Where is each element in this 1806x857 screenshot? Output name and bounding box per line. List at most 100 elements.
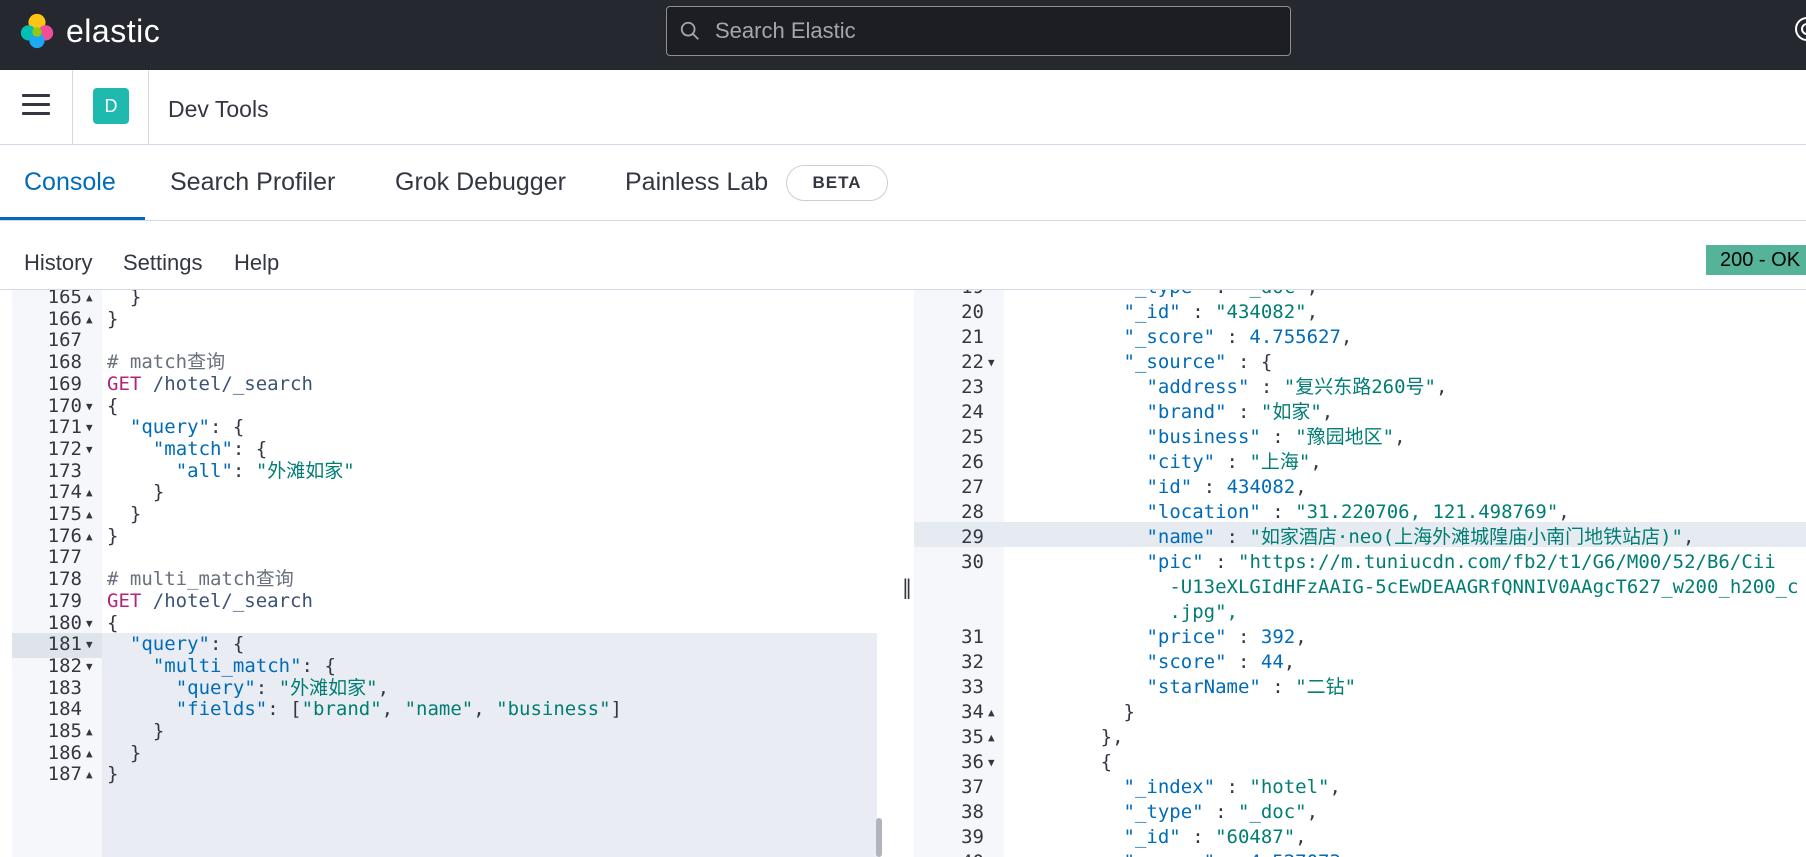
history-button[interactable]: History [24, 250, 92, 276]
request-code-line: 187 ▲} [12, 762, 894, 787]
line-number: 25 [961, 426, 984, 448]
response-code-line: 33 "starName" : "二钻" [914, 675, 1806, 700]
active-tab-indicator [0, 217, 145, 220]
response-code-line: 24 "brand" : "如家", [914, 400, 1806, 425]
resize-handle-icon[interactable]: ‖ [902, 575, 912, 599]
dev-tools-tabs: Console Search Profiler Grok Debugger Pa… [0, 146, 1806, 221]
response-code-line: 36 ▼ { [914, 750, 1806, 775]
code-text: }, [1100, 726, 1124, 748]
code-text: "pic" : "https://m.tuniucdn.com/fb2/t1/G… [1146, 551, 1776, 573]
code-text: "name" : "如家酒店·neo(上海外滩城隍庙小南门地铁站店)", [1146, 526, 1695, 548]
line-number: 187 [47, 763, 82, 786]
response-code-line: 37 "_index" : "hotel", [914, 775, 1806, 800]
response-code-line: 20 "_id" : "434082", [914, 300, 1806, 325]
fold-expand-icon[interactable]: ▲ [988, 725, 995, 750]
line-number: 34 [961, 701, 984, 723]
breadcrumb-dev-tools: Dev Tools [168, 96, 269, 122]
code-text: "business" : "豫园地区", [1146, 426, 1406, 448]
settings-button[interactable]: Settings [123, 250, 203, 276]
line-number: 39 [961, 826, 984, 848]
response-code-line: 26 "city" : "上海", [914, 450, 1806, 475]
response-code-line: 34 ▲ } [914, 700, 1806, 725]
menu-icon [22, 94, 50, 97]
menu-toggle-button[interactable] [22, 94, 50, 120]
line-number: 24 [961, 401, 984, 423]
elastic-logo-icon [20, 13, 54, 49]
code-text: } [107, 763, 119, 786]
line-number: 19 [914, 290, 984, 300]
response-code-line: 25 "business" : "豫园地区", [914, 425, 1806, 450]
line-number: 20 [961, 301, 984, 323]
response-code-line: 39 "_id" : "60487", [914, 825, 1806, 850]
search-icon [680, 21, 699, 40]
line-number: 32 [961, 651, 984, 673]
line-number: 36 [961, 751, 984, 773]
pane-resizer[interactable] [894, 290, 914, 857]
line-number: 23 [961, 376, 984, 398]
brand-name: elastic [66, 12, 161, 49]
response-code-line: 23 "address" : "复兴东路260号", [914, 375, 1806, 400]
code-text: { [1100, 751, 1113, 773]
response-code-line: .jpg", [914, 600, 1806, 625]
line-number: 21 [961, 326, 984, 348]
line-number: 31 [961, 626, 984, 648]
scrollbar-thumb[interactable] [876, 818, 882, 857]
global-search[interactable] [666, 6, 1291, 56]
line-number: 35 [961, 726, 984, 748]
code-text: } [1123, 701, 1135, 723]
fold-expand-icon[interactable]: ▲ [988, 700, 995, 725]
response-code-line: 21 "_score" : 4.755627, [914, 325, 1806, 350]
console-toolbar: History Settings Help 200 - OK [0, 222, 1806, 290]
code-text: "_source" : { [1123, 351, 1273, 373]
code-text: "score" : 44, [1146, 651, 1296, 673]
response-code-line: 19 "_type" : "_doc", [914, 290, 1806, 300]
elastic-logo[interactable]: elastic [18, 12, 160, 50]
top-header: elastic [0, 0, 1806, 70]
divider [72, 70, 73, 145]
app-header: D Dev Tools [0, 70, 1806, 145]
response-code-line: 32 "score" : 44, [914, 650, 1806, 675]
request-editor[interactable]: 165 ▲ } 166 ▲} 167 168 # match查询 169 GET /hotel/… [12, 290, 894, 857]
response-editor[interactable]: 19 "_type" : "_doc",20 "_id" : "434082",… [914, 290, 1806, 857]
code-text: "_type" : "_doc", [1009, 290, 1319, 300]
code-text: "_id" : "434082", [1123, 301, 1319, 323]
line-number: 29 [961, 526, 984, 548]
code-text: "location" : "31.220706, 121.498769", [1146, 501, 1570, 523]
fold-collapse-icon[interactable]: ▼ [988, 350, 995, 375]
status-badge: 200 - OK [1706, 245, 1806, 275]
response-code-line: 28 "location" : "31.220706, 121.498769", [914, 500, 1806, 525]
fold-collapse-icon[interactable]: ▼ [988, 750, 995, 775]
code-text: -U13eXLGIdHFzAAIG-5cEwDEAAGRfQNNIV0AAgcT… [1169, 576, 1799, 598]
code-text: "_score" : 4.755627, [1123, 326, 1353, 348]
code-text: "price" : 392, [1146, 626, 1307, 648]
code-text: "_index" : "hotel", [1123, 776, 1341, 798]
line-number: 40 [914, 850, 984, 857]
tab-search-profiler[interactable]: Search Profiler [170, 168, 335, 197]
code-text: "_id" : "60487", [1123, 826, 1307, 848]
help-icon[interactable] [1792, 14, 1806, 44]
response-code-line: 27 "id" : 434082, [914, 475, 1806, 500]
code-text: "id" : 434082, [1146, 476, 1307, 498]
tab-console[interactable]: Console [24, 168, 116, 197]
response-code-line: 31 "price" : 392, [914, 625, 1806, 650]
response-code-line: -U13eXLGIdHFzAAIG-5cEwDEAAGRfQNNIV0AAgcT… [914, 575, 1806, 600]
line-number: 37 [961, 776, 984, 798]
code-text: "brand" : "如家", [1146, 401, 1334, 423]
fold-expand-icon[interactable]: ▲ [86, 762, 93, 787]
code-text: "_type" : "_doc", [1123, 801, 1319, 823]
space-avatar[interactable]: D [93, 88, 129, 124]
line-number: 38 [961, 801, 984, 823]
code-text: .jpg", [1169, 601, 1238, 623]
search-input[interactable] [715, 18, 1275, 44]
line-number: 33 [961, 676, 984, 698]
response-code-line: 40 "_score" : 4.527073, [914, 850, 1806, 857]
tab-grok-debugger[interactable]: Grok Debugger [395, 168, 566, 197]
code-text: "city" : "上海", [1146, 451, 1322, 473]
beta-badge: BETA [786, 165, 888, 201]
line-number: 28 [961, 501, 984, 523]
divider [148, 70, 149, 145]
line-number: 27 [961, 476, 984, 498]
line-number: 22 [961, 351, 984, 373]
help-button[interactable]: Help [234, 250, 279, 276]
tab-painless-lab[interactable]: Painless Lab [625, 168, 768, 197]
